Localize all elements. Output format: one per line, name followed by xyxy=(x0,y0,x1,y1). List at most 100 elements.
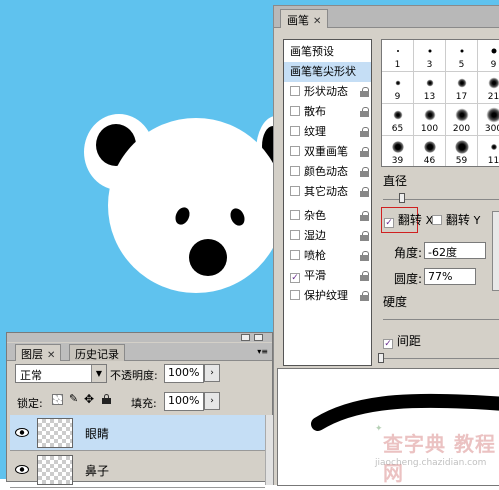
angle-input[interactable]: -62度 xyxy=(424,242,486,259)
roundness-input[interactable]: 77% xyxy=(424,268,476,285)
blend-mode-select[interactable]: 正常 ▼ xyxy=(15,364,107,383)
brush-stroke-icon xyxy=(311,393,499,431)
layer-name[interactable]: 眼睛 xyxy=(85,425,109,442)
close-icon[interactable]: ✕ xyxy=(313,16,321,27)
panel-menu-icon[interactable]: ▾≡ xyxy=(257,347,268,356)
brush-setting-checkbox[interactable]: ✓ xyxy=(290,273,300,283)
brush-tip[interactable]: 9 xyxy=(478,40,499,72)
close-icon[interactable]: ✕ xyxy=(47,350,55,361)
lock-icon[interactable] xyxy=(360,167,369,177)
brush-tip[interactable]: 5 xyxy=(446,40,478,72)
brush-setting-item[interactable]: 散布 xyxy=(284,102,371,122)
eye-icon[interactable] xyxy=(15,465,29,474)
flip-y-option[interactable]: 翻转 Y xyxy=(432,211,480,228)
layer-thumbnail[interactable] xyxy=(37,455,73,485)
layer-thumbnail[interactable] xyxy=(37,418,73,448)
tab-layers-label: 图层 xyxy=(21,348,43,361)
brush-tip-grid[interactable]: 135991317216510020030039465911 xyxy=(381,39,499,167)
brush-angle-preview[interactable] xyxy=(492,211,499,291)
brush-setting-checkbox[interactable] xyxy=(290,86,300,96)
brush-tip-size: 13 xyxy=(423,92,436,102)
brush-setting-item[interactable]: ✓ 平滑 xyxy=(284,266,371,286)
lock-icon[interactable] xyxy=(360,251,369,261)
brush-tip[interactable]: 11 xyxy=(478,136,499,166)
tab-layers[interactable]: 图层 ✕ xyxy=(15,344,62,361)
layer-row[interactable]: 鼻子 xyxy=(10,452,265,488)
lock-icon[interactable] xyxy=(360,107,369,117)
brush-tip[interactable]: 9 xyxy=(382,72,414,104)
flip-x-option[interactable]: ✓ 翻转 X xyxy=(384,211,433,228)
brush-tip[interactable]: 65 xyxy=(382,104,414,136)
brush-tip-shape-icon xyxy=(391,141,404,153)
brush-setting-item[interactable]: 湿边 xyxy=(284,226,371,246)
brush-tip[interactable]: 3 xyxy=(414,40,446,72)
brush-setting-item[interactable]: 喷枪 xyxy=(284,246,371,266)
lock-brush-icon[interactable]: ✎ xyxy=(69,392,78,405)
brush-setting-checkbox[interactable] xyxy=(290,106,300,116)
brush-tip[interactable]: 1 xyxy=(382,40,414,72)
spacing-slider-thumb[interactable] xyxy=(378,353,384,363)
tab-brush[interactable]: 画笔 ✕ xyxy=(280,9,329,28)
brush-setting-checkbox[interactable] xyxy=(290,210,300,220)
brush-setting-item[interactable]: 画笔预设 xyxy=(284,42,371,62)
lock-icon[interactable] xyxy=(360,87,369,97)
brush-setting-item[interactable]: 纹理 xyxy=(284,122,371,142)
brush-tip[interactable]: 46 xyxy=(414,136,446,166)
lock-icon[interactable] xyxy=(360,271,369,281)
spacing-checkbox[interactable]: ✓ xyxy=(383,339,393,349)
brush-setting-item[interactable]: 其它动态 xyxy=(284,182,371,202)
brush-setting-item[interactable]: 杂色 xyxy=(284,206,371,226)
brush-setting-checkbox[interactable] xyxy=(290,166,300,176)
brush-setting-checkbox[interactable] xyxy=(290,146,300,156)
lock-icon[interactable] xyxy=(360,231,369,241)
brush-setting-item[interactable]: 形状动态 xyxy=(284,82,371,102)
brush-setting-checkbox[interactable] xyxy=(290,126,300,136)
lock-icon[interactable] xyxy=(360,187,369,197)
brush-setting-item[interactable]: 颜色动态 xyxy=(284,162,371,182)
brush-setting-checkbox[interactable] xyxy=(290,186,300,196)
lock-icon[interactable] xyxy=(360,291,369,301)
brush-setting-checkbox[interactable] xyxy=(290,250,300,260)
layers-scrollbar[interactable] xyxy=(265,415,273,485)
opacity-arrow-button[interactable]: › xyxy=(204,364,220,382)
brush-tip[interactable]: 13 xyxy=(414,72,446,104)
layer-row[interactable]: 眼睛 xyxy=(10,415,265,451)
spacing-slider-track[interactable] xyxy=(383,358,499,359)
opacity-input[interactable]: 100% xyxy=(164,364,204,383)
brush-setting-checkbox[interactable] xyxy=(290,290,300,300)
eye-icon[interactable] xyxy=(15,428,29,437)
brush-tip[interactable]: 59 xyxy=(446,136,478,166)
brush-tip-size: 9 xyxy=(394,92,401,102)
chevron-down-icon[interactable]: ▼ xyxy=(91,365,106,382)
layer-name[interactable]: 鼻子 xyxy=(85,462,109,479)
flip-x-checkbox[interactable]: ✓ xyxy=(384,218,394,228)
angle-label: 角度: xyxy=(394,246,423,260)
fill-arrow-button[interactable]: › xyxy=(204,392,220,410)
lock-icon[interactable] xyxy=(360,127,369,137)
brush-tip[interactable]: 300 xyxy=(478,104,499,136)
brush-tip[interactable]: 39 xyxy=(382,136,414,166)
fill-input[interactable]: 100% xyxy=(164,392,204,411)
lock-icon[interactable] xyxy=(360,211,369,221)
brush-setting-item[interactable]: 画笔笔尖形状 xyxy=(284,62,371,82)
minimize-icon[interactable] xyxy=(241,334,250,341)
brush-setting-checkbox[interactable] xyxy=(290,230,300,240)
flip-y-checkbox[interactable] xyxy=(432,215,442,225)
brush-setting-item[interactable]: 保护纹理 xyxy=(284,286,371,306)
brush-tip-shape-icon xyxy=(424,109,435,121)
brush-tip[interactable]: 21 xyxy=(478,72,499,104)
brush-tip[interactable]: 200 xyxy=(446,104,478,136)
lock-move-icon[interactable]: ✥ xyxy=(84,392,94,406)
brush-setting-item[interactable]: 双重画笔 xyxy=(284,142,371,162)
hardness-slider-track[interactable] xyxy=(383,319,499,320)
diameter-slider-thumb[interactable] xyxy=(399,193,405,203)
tab-history[interactable]: 历史记录 xyxy=(69,344,125,361)
lock-icon[interactable] xyxy=(360,147,369,157)
lock-transparent-icon[interactable] xyxy=(52,394,63,405)
brush-setting-label: 画笔预设 xyxy=(290,45,334,58)
lock-all-icon[interactable] xyxy=(102,394,111,404)
brush-tip[interactable]: 100 xyxy=(414,104,446,136)
close-panel-icon[interactable] xyxy=(254,334,263,341)
brush-tip[interactable]: 17 xyxy=(446,72,478,104)
spacing-option[interactable]: ✓ 间距 xyxy=(383,332,421,349)
